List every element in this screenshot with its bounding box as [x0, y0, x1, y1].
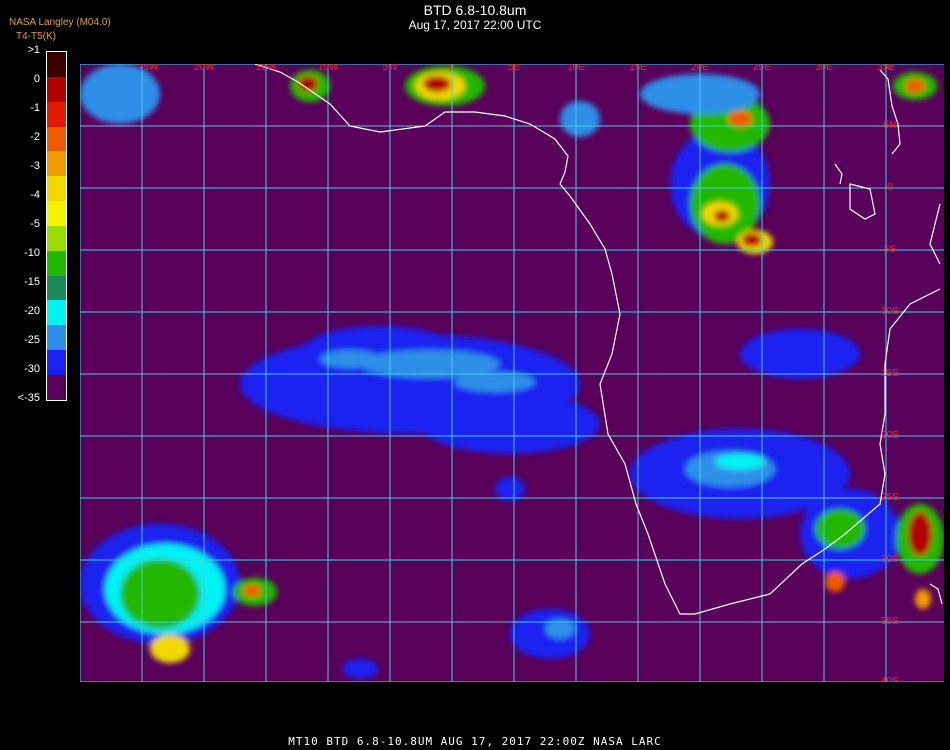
datetime-text: Aug 17, 2017 22:00 UTC: [408, 18, 542, 32]
lat-label: 15S: [881, 368, 899, 379]
lon-label: 5E: [508, 64, 521, 73]
colorbar-segment: [47, 300, 66, 326]
lon-label: 20W: [194, 64, 215, 73]
lat-label: 5N: [884, 120, 897, 131]
lat-label: 5S: [884, 244, 897, 255]
colorbar-segment: [47, 52, 66, 77]
colorbar-segment: [47, 151, 66, 177]
colorbar-label: -5: [30, 218, 40, 230]
colorbar-segment: [47, 101, 66, 127]
colorbar-label: -25: [24, 334, 40, 346]
credit-text: NASA Langley (M04.0): [9, 17, 111, 28]
lon-label: 30E: [815, 64, 833, 73]
colorbar-label: -3: [30, 160, 40, 172]
colorbar-segment: [47, 250, 66, 276]
colorbar-segment: [47, 126, 66, 152]
lon-label: 25E: [753, 64, 771, 73]
colorbar-label: <-35: [17, 392, 40, 404]
footer-text: MT10 BTD 6.8-10.8UM AUG 17, 2017 22:00Z …: [288, 735, 662, 748]
colorbar-segment: [47, 374, 66, 400]
colorbar-label: -1: [30, 102, 40, 114]
lon-label: 10E: [567, 64, 585, 73]
colorbar-label: 0: [33, 73, 40, 85]
lat-label: 10S: [881, 306, 899, 317]
satellite-map: 25W 20W 15W 10W 5W 0 5E 10E 15E 20E 25E 30E 35E05N05…: [80, 64, 944, 682]
colorbar-segment: [47, 325, 66, 351]
colorbar-label: -10: [24, 247, 40, 259]
lat-label: 40S: [881, 676, 899, 682]
colorbar-segment: [47, 350, 66, 375]
lat-label: 0: [887, 182, 893, 193]
colorbar-label: >1: [27, 44, 40, 56]
lon-label: 0: [449, 64, 455, 73]
colorbar-label: -4: [30, 189, 40, 201]
colorbar-segment: [47, 225, 66, 251]
colorbar-segment: [47, 275, 66, 301]
lon-label: 5W: [383, 64, 399, 73]
colorbar-label: -20: [24, 305, 40, 317]
lat-label: 0: [887, 64, 893, 73]
colorbar-label: -30: [24, 363, 40, 375]
lon-label: 25W: [138, 64, 159, 73]
colorbar-label: -2: [30, 131, 40, 143]
lat-label: 35S: [881, 616, 899, 627]
colorbar: [46, 51, 67, 401]
lat-label: 25S: [881, 492, 899, 503]
lon-label: 10W: [318, 64, 339, 73]
unit-label: T4-T5(K): [16, 31, 56, 42]
colorbar-segment: [47, 76, 66, 102]
lon-label: 20E: [691, 64, 709, 73]
colorbar-segment: [47, 176, 66, 202]
lat-label: 30S: [881, 554, 899, 565]
title-text: BTD 6.8-10.8um: [423, 2, 527, 18]
lon-label: 15W: [256, 64, 277, 73]
lat-label: 20S: [881, 430, 899, 441]
image-title: BTD 6.8-10.8um Aug 17, 2017 22:00 UTC: [0, 3, 950, 33]
colorbar-segment: [47, 201, 66, 226]
colorbar-label: -15: [24, 276, 40, 288]
lon-label: 15E: [629, 64, 647, 73]
